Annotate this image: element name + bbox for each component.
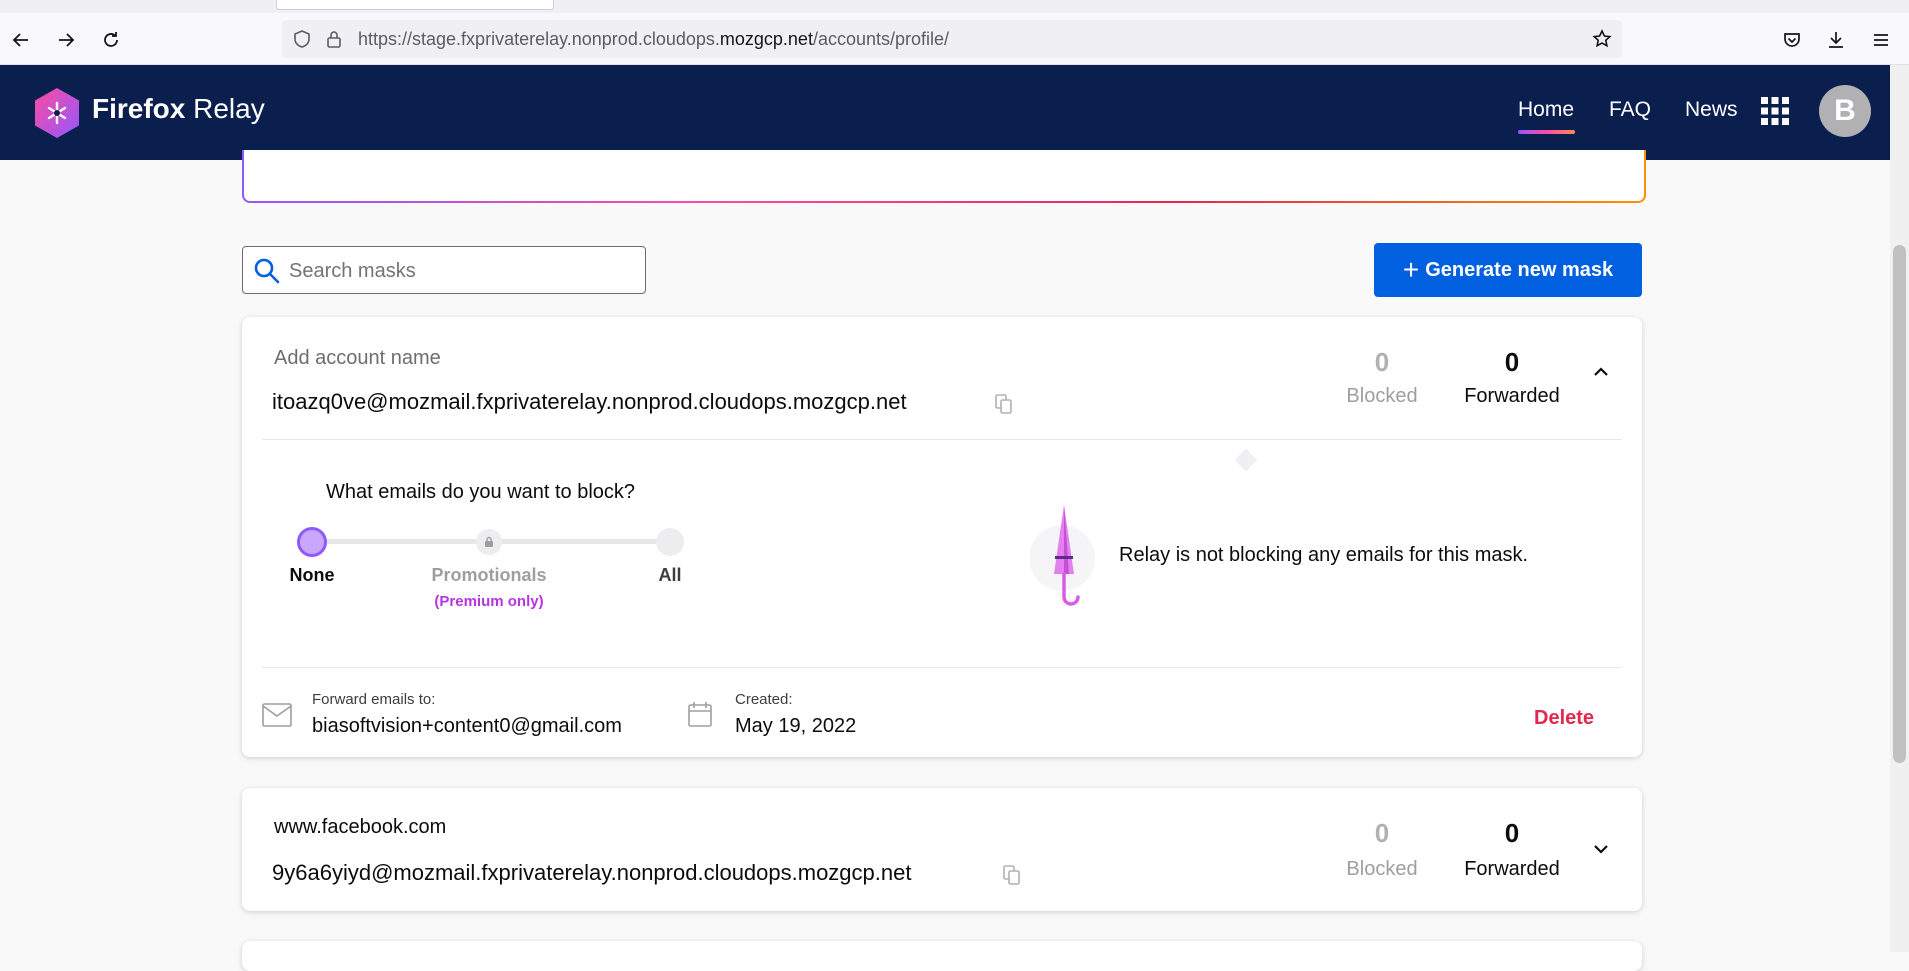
- generate-new-mask-label: Generate new mask: [1425, 258, 1614, 281]
- mask-address[interactable]: 9y6a6yiyd@mozmail.fxprivaterelay.nonprod…: [272, 860, 911, 886]
- calendar-icon: [688, 701, 712, 727]
- downloads-icon[interactable]: [1819, 23, 1853, 57]
- decorative-diamond: [1234, 448, 1258, 472]
- search-box[interactable]: [242, 246, 646, 295]
- card-divider: [262, 439, 1622, 440]
- forward-icon[interactable]: [49, 23, 83, 57]
- mask-card-partial: [242, 941, 1642, 971]
- forward-email: biasoftvision+content0@gmail.com: [312, 715, 622, 737]
- plus-icon: +: [1402, 254, 1420, 285]
- url-bar[interactable]: https://stage.fxprivaterelay.nonprod.clo…: [282, 20, 1622, 58]
- menu-icon[interactable]: [1864, 23, 1898, 57]
- relay-logo-icon[interactable]: [32, 86, 82, 140]
- browser-active-tab[interactable]: [276, 0, 554, 10]
- relay-header: Firefox Relay Home FAQ News B: [0, 65, 1890, 160]
- copy-icon[interactable]: [1002, 864, 1022, 886]
- generate-new-mask-button[interactable]: + Generate new mask: [1374, 243, 1642, 297]
- block-status-text: Relay is not blocking any emails for thi…: [1119, 544, 1529, 566]
- url-text[interactable]: https://stage.fxprivaterelay.nonprod.clo…: [358, 20, 949, 58]
- chevron-down-icon[interactable]: [1590, 838, 1612, 860]
- back-icon[interactable]: [4, 23, 38, 57]
- block-level-thumb[interactable]: [297, 527, 327, 557]
- delete-button[interactable]: Delete: [1534, 707, 1594, 730]
- bookmark-star-icon[interactable]: [1592, 29, 1612, 49]
- nav-faq[interactable]: FAQ: [1609, 98, 1651, 122]
- forwarded-label: Forwarded: [1464, 858, 1560, 880]
- avatar[interactable]: B: [1819, 85, 1871, 137]
- forwarded-count: 0: [1504, 347, 1520, 377]
- block-level-none[interactable]: None: [262, 565, 362, 586]
- reload-icon[interactable]: [94, 23, 128, 57]
- mask-card: www.facebook.com 9y6a6yiyd@mozmail.fxpri…: [242, 788, 1642, 911]
- pocket-icon[interactable]: [1775, 23, 1809, 57]
- card-divider: [262, 667, 1622, 668]
- nav-home[interactable]: Home: [1518, 98, 1574, 122]
- block-question: What emails do you want to block?: [326, 481, 636, 503]
- blocked-label: Blocked: [1346, 385, 1418, 407]
- created-date: May 19, 2022: [735, 715, 857, 737]
- forwarded-count: 0: [1504, 818, 1520, 848]
- forward-label: Forward emails to:: [312, 691, 436, 708]
- apps-grid-icon[interactable]: [1761, 97, 1789, 125]
- created-label: Created:: [735, 691, 793, 708]
- forwarded-label: Forwarded: [1464, 385, 1560, 407]
- mask-label-field[interactable]: Add account name: [274, 347, 441, 370]
- nav-news[interactable]: News: [1685, 98, 1738, 122]
- lock-icon: [476, 529, 502, 555]
- blocked-count: 0: [1374, 347, 1390, 377]
- lock-icon[interactable]: [324, 29, 344, 49]
- blocked-label: Blocked: [1346, 858, 1418, 880]
- copy-icon[interactable]: [994, 393, 1014, 415]
- mask-address[interactable]: itoazq0ve@mozmail.fxprivaterelay.nonprod…: [272, 389, 907, 415]
- search-icon: [253, 257, 281, 285]
- nav-home-underline: [1518, 130, 1575, 134]
- mask-card: Add account name itoazq0ve@mozmail.fxpri…: [242, 317, 1642, 757]
- shield-icon[interactable]: [292, 29, 312, 49]
- chevron-up-icon[interactable]: [1590, 361, 1612, 383]
- relay-logo-text[interactable]: Firefox Relay: [92, 93, 265, 125]
- premium-banner: [242, 150, 1646, 203]
- mail-icon: [262, 703, 292, 727]
- block-level-promotionals[interactable]: Promotionals: [414, 565, 564, 586]
- premium-only-note: (Premium only): [434, 593, 544, 610]
- block-level-all[interactable]: All: [620, 565, 720, 586]
- blocked-count: 0: [1374, 818, 1390, 848]
- mask-label-field[interactable]: www.facebook.com: [274, 816, 446, 839]
- umbrella-icon: [1029, 501, 1100, 611]
- search-input[interactable]: [287, 247, 641, 295]
- scrollbar-thumb[interactable]: [1893, 245, 1906, 763]
- block-level-all-dot[interactable]: [656, 528, 684, 556]
